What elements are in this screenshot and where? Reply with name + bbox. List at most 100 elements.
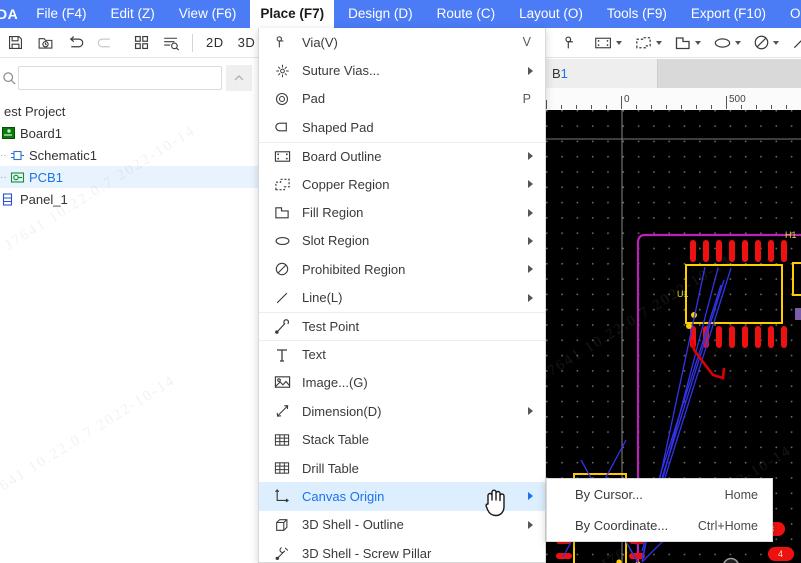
menu-file-f4[interactable]: File (F4)	[26, 0, 96, 28]
menu-item-image-g[interactable]: Image...(G)	[259, 369, 545, 397]
menu-design-d[interactable]: Design (D)	[338, 0, 423, 28]
menu-o[interactable]: O	[780, 0, 801, 28]
via-icon	[271, 33, 293, 51]
chevron-down-icon[interactable]	[773, 40, 779, 45]
submenu-item-by-cursor[interactable]: By Cursor... Home	[547, 479, 772, 510]
menu-item-label: Test Point	[302, 319, 360, 335]
menu-item-dimension-d[interactable]: Dimension(D)	[259, 397, 545, 425]
tree-item-board1[interactable]: Board1	[0, 122, 258, 144]
chevron-down-icon[interactable]	[656, 40, 662, 45]
shell-outline-icon	[271, 516, 293, 534]
line-icon	[271, 289, 293, 307]
menu-view-f6[interactable]: View (F6)	[169, 0, 247, 28]
menu-item-3d-shell-screw-pillar[interactable]: 3D Shell - Screw Pillar	[259, 539, 545, 562]
menu-item-label: Text	[302, 347, 326, 363]
line-icon[interactable]	[791, 34, 801, 51]
fill-region-icon[interactable]	[674, 35, 701, 51]
menu-tools-f9[interactable]: Tools (F9)	[597, 0, 677, 28]
menu-item-3d-shell-outline[interactable]: 3D Shell - Outline	[259, 511, 545, 539]
menu-item-line-l[interactable]: Line(L)	[259, 284, 545, 312]
menu-item-label: Canvas Origin	[302, 488, 385, 504]
search-bar	[0, 59, 258, 97]
save-history-icon[interactable]	[32, 31, 58, 55]
menu-item-shaped-pad[interactable]: Shaped Pad	[259, 113, 545, 141]
menu-item-label: Board Outline	[302, 148, 382, 164]
submenu-item-by-coordinate[interactable]: By Coordinate... Ctrl+Home	[547, 510, 772, 541]
via-icon[interactable]	[562, 34, 580, 52]
menu-item-stack-table[interactable]: Stack Table	[259, 425, 545, 453]
menu-item-label: Copper Region	[302, 176, 390, 192]
menu-item-label: Line(L)	[302, 290, 343, 306]
collapse-panel-button[interactable]	[226, 65, 252, 91]
tree-item-pcb1[interactable]: ·· PCB1	[0, 166, 258, 188]
submenu-item-label: By Cursor...	[575, 487, 643, 502]
chevron-down-icon[interactable]	[735, 40, 741, 45]
grid-apps-icon[interactable]	[128, 31, 154, 55]
tree-item-panel-1[interactable]: Panel_1	[0, 188, 258, 210]
save-icon[interactable]	[2, 31, 28, 55]
menu-item-copper-region[interactable]: Copper Region	[259, 170, 545, 198]
prohibited-region-icon[interactable]	[753, 34, 779, 51]
tree-item-label: Board1	[20, 125, 62, 141]
submenu-arrow-icon	[528, 180, 533, 189]
copper-region-icon[interactable]	[634, 35, 662, 51]
menu-place-f7[interactable]: Place (F7)	[250, 0, 335, 28]
slot-region-icon[interactable]	[713, 36, 741, 50]
submenu-arrow-icon	[528, 492, 533, 501]
ruler-label: 0	[624, 94, 630, 105]
fill-region-icon	[271, 204, 293, 222]
view-2d-button[interactable]: 2D	[199, 33, 231, 52]
menu-item-fill-region[interactable]: Fill Region	[259, 198, 545, 226]
tab-pcb1[interactable]: B1	[546, 59, 658, 88]
menu-item-label: Pad	[302, 91, 326, 107]
svg-text:U1: U1	[677, 289, 689, 299]
menu-item-suture-vias[interactable]: Suture Vias...	[259, 56, 545, 84]
submenu-item-label: By Coordinate...	[575, 518, 669, 533]
tree-item-label: PCB1	[29, 169, 63, 185]
test-point-icon	[271, 318, 293, 336]
tree-item-schematic1[interactable]: ·· Schematic1	[0, 144, 258, 166]
tree-item-label: Schematic1	[29, 147, 97, 163]
menu-item-label: Via(V)	[302, 34, 338, 50]
drill-table-icon	[271, 459, 293, 477]
list-search-icon[interactable]	[158, 31, 184, 55]
menu-edit-z[interactable]: Edit (Z)	[101, 0, 165, 28]
menu-export-f10[interactable]: Export (F10)	[681, 0, 776, 28]
menu-item-via-v[interactable]: Via(V) V	[259, 28, 545, 56]
submenu-arrow-icon	[528, 66, 533, 75]
tree-item-label: Panel_1	[20, 191, 68, 207]
menu-route-c[interactable]: Route (C)	[427, 0, 506, 28]
svg-text:H1: H1	[785, 230, 797, 240]
pad-icon	[271, 90, 293, 108]
menu-item-prohibited-region[interactable]: Prohibited Region	[259, 255, 545, 283]
menu-item-label: Dimension(D)	[302, 403, 382, 419]
placement-toolbar	[546, 28, 801, 58]
horizontal-ruler: 0 500	[546, 88, 801, 110]
tree-item-label: est Project	[4, 103, 66, 119]
menu-item-test-point[interactable]: Test Point	[259, 311, 545, 340]
search-input[interactable]	[18, 66, 222, 90]
undo-icon[interactable]	[62, 31, 88, 55]
menu-item-label: Suture Vias...	[302, 63, 380, 79]
submenu-arrow-icon	[528, 407, 533, 416]
dimension-icon	[271, 402, 293, 420]
chevron-down-icon[interactable]	[695, 40, 701, 45]
place-menu-dropdown: Via(V) V Suture Vias... Pad P Shaped Pad Board…	[258, 28, 546, 563]
menu-item-canvas-origin[interactable]: Canvas Origin	[259, 482, 545, 511]
tab-label-prefix: B	[552, 66, 561, 81]
menu-item-slot-region[interactable]: Slot Region	[259, 227, 545, 255]
ruler-label: 500	[729, 94, 746, 105]
menu-item-text[interactable]: Text	[259, 340, 545, 368]
board-outline-icon[interactable]	[594, 35, 622, 51]
menu-bar: FDA File (F4)Edit (Z)View (F6)Place (F7)…	[0, 0, 801, 28]
menu-item-label: Slot Region	[302, 233, 370, 249]
tree-item-est-project[interactable]: est Project	[0, 100, 258, 122]
submenu-item-shortcut: Ctrl+Home	[697, 518, 758, 533]
menu-item-drill-table[interactable]: Drill Table	[259, 454, 545, 482]
menu-item-board-outline[interactable]: Board Outline	[259, 141, 545, 170]
chevron-down-icon[interactable]	[616, 40, 622, 45]
menu-item-label: Fill Region	[302, 205, 364, 221]
menu-layout-o[interactable]: Layout (O)	[509, 0, 593, 28]
stack-table-icon	[271, 431, 293, 449]
menu-item-pad[interactable]: Pad P	[259, 85, 545, 113]
